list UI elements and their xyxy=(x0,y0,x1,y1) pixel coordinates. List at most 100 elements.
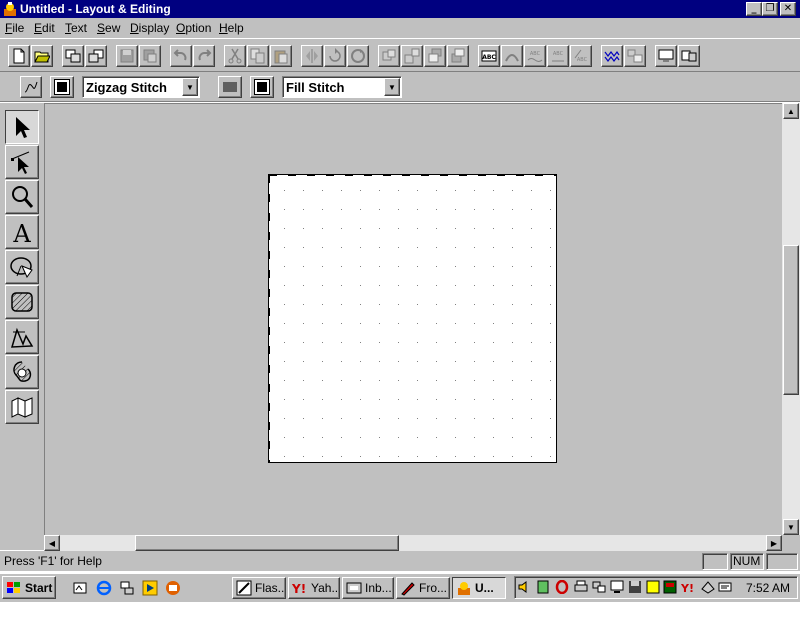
menu-edit[interactable]: Edit xyxy=(34,21,55,35)
text-wave-icon[interactable]: ABC xyxy=(524,45,546,67)
scroll-right-icon[interactable]: ▶ xyxy=(766,535,782,551)
monitor-icon[interactable] xyxy=(655,45,677,67)
text-abc-icon[interactable]: ABC xyxy=(478,45,500,67)
scroll-down-icon[interactable]: ▼ xyxy=(783,519,799,535)
save-icon[interactable] xyxy=(116,45,138,67)
menu-file[interactable]: File xyxy=(5,21,24,35)
task-flash[interactable]: Flas... xyxy=(232,577,286,599)
menu-option[interactable]: Option xyxy=(176,21,211,35)
outlook-express-icon[interactable] xyxy=(163,578,183,598)
line-color-icon[interactable] xyxy=(50,76,74,98)
show-desktop-icon[interactable] xyxy=(70,578,90,598)
embroidery-hoop-canvas[interactable] xyxy=(268,174,557,463)
window-title: Untitled - Layout & Editing xyxy=(20,2,171,16)
circle-arc-icon[interactable] xyxy=(5,250,39,284)
chevron-down-icon[interactable]: ▼ xyxy=(182,78,198,96)
line-stitch-select[interactable]: Zigzag Stitch ▼ xyxy=(82,76,200,98)
svg-text:ABC: ABC xyxy=(482,54,496,61)
stitch-block-icon[interactable] xyxy=(624,45,646,67)
windows-logo-icon xyxy=(7,581,20,593)
clock[interactable]: 7:52 AM xyxy=(746,581,790,595)
scroll-left-icon[interactable]: ◀ xyxy=(44,535,60,551)
tray-floppy-icon[interactable] xyxy=(628,580,642,594)
tray-disk-icon[interactable] xyxy=(701,580,715,594)
frontpage-icon xyxy=(401,582,415,596)
vertical-scroll-thumb[interactable] xyxy=(783,245,799,395)
tray-misc-icon[interactable] xyxy=(718,580,732,594)
mirror-icon[interactable] xyxy=(301,45,323,67)
close-button[interactable]: ✕ xyxy=(780,2,796,16)
status-pane-empty xyxy=(702,553,728,570)
tray-green-icon[interactable] xyxy=(663,580,677,594)
internet-explorer-icon[interactable] xyxy=(94,578,114,598)
embroidery-app-icon[interactable] xyxy=(2,1,18,17)
task-inbox[interactable]: Inb... xyxy=(342,577,394,599)
scroll-up-icon[interactable]: ▲ xyxy=(783,103,799,119)
restore-button[interactable]: ❐ xyxy=(762,2,778,16)
menu-sew[interactable]: Sew xyxy=(97,21,120,35)
fill-stitch-select[interactable]: Fill Stitch ▼ xyxy=(282,76,402,98)
printer-icon[interactable] xyxy=(574,580,588,594)
tray-yellow-icon[interactable] xyxy=(646,580,660,594)
yahoo-messenger-icon[interactable]: Y! xyxy=(681,580,699,594)
outline-icon[interactable] xyxy=(5,320,39,354)
media-player-icon[interactable] xyxy=(140,578,160,598)
fill-sew-icon[interactable] xyxy=(218,76,242,98)
minimize-button[interactable]: _ xyxy=(746,2,762,16)
task-yahoo[interactable]: Y! Yah... xyxy=(288,577,340,599)
import-icon[interactable] xyxy=(62,45,84,67)
chevron-down-icon[interactable]: ▼ xyxy=(384,78,400,96)
stitch-wave-icon[interactable] xyxy=(601,45,623,67)
zoom-icon[interactable] xyxy=(5,180,39,214)
point-edit-icon[interactable] xyxy=(5,145,39,179)
fill-color-icon[interactable] xyxy=(250,76,274,98)
menu-text[interactable]: Text xyxy=(65,21,87,35)
rectangle-icon[interactable] xyxy=(5,285,39,319)
export-icon[interactable] xyxy=(85,45,107,67)
tray-app-icon[interactable] xyxy=(536,580,550,594)
redo-icon[interactable] xyxy=(193,45,215,67)
open-folder-icon[interactable] xyxy=(31,45,53,67)
rotate-free-icon[interactable] xyxy=(347,45,369,67)
menu-help[interactable]: Help xyxy=(219,21,244,35)
select-arrow-icon[interactable] xyxy=(5,110,39,144)
undo-icon[interactable] xyxy=(170,45,192,67)
text-icon[interactable]: A xyxy=(5,215,39,249)
task-flash-label: Flas... xyxy=(255,581,286,595)
opera-icon[interactable] xyxy=(555,580,569,594)
cut-icon[interactable] xyxy=(224,45,246,67)
rotate-icon[interactable] xyxy=(324,45,346,67)
tray-monitor-icon[interactable] xyxy=(610,580,624,594)
front-icon[interactable] xyxy=(424,45,446,67)
text-arc-icon[interactable] xyxy=(501,45,523,67)
task-frontpage[interactable]: Fro... xyxy=(396,577,450,599)
num-lock-indicator: NUM xyxy=(730,553,764,570)
transfer-icon[interactable] xyxy=(678,45,700,67)
manual-punch-icon[interactable] xyxy=(5,390,39,424)
svg-text:Y!: Y! xyxy=(292,582,306,596)
line-sew-icon[interactable] xyxy=(20,76,42,98)
back-icon[interactable] xyxy=(447,45,469,67)
text-slant-icon[interactable]: ABC xyxy=(570,45,592,67)
task-frontpage-label: Fro... xyxy=(419,581,448,595)
task-untitled-label: U... xyxy=(475,581,494,595)
horizontal-scroll-thumb[interactable] xyxy=(135,535,399,551)
copy-icon[interactable] xyxy=(247,45,269,67)
stamp-icon[interactable] xyxy=(5,355,39,389)
save-as-icon[interactable] xyxy=(139,45,161,67)
inbox-icon xyxy=(346,582,362,594)
start-button[interactable]: Start xyxy=(2,576,56,599)
start-label: Start xyxy=(25,580,53,595)
text-vertical-icon[interactable]: ABC xyxy=(547,45,569,67)
paste-icon[interactable] xyxy=(270,45,292,67)
network-tray-icon[interactable] xyxy=(592,580,606,594)
new-file-icon[interactable] xyxy=(8,45,30,67)
task-untitled[interactable]: U... xyxy=(452,577,506,599)
svg-text:ABC: ABC xyxy=(577,57,588,63)
embroidery-app-icon xyxy=(458,582,470,595)
network-icon[interactable] xyxy=(117,578,137,598)
group-icon[interactable] xyxy=(378,45,400,67)
menu-display[interactable]: Display xyxy=(130,21,169,35)
volume-icon[interactable] xyxy=(517,580,531,594)
ungroup-icon[interactable] xyxy=(401,45,423,67)
